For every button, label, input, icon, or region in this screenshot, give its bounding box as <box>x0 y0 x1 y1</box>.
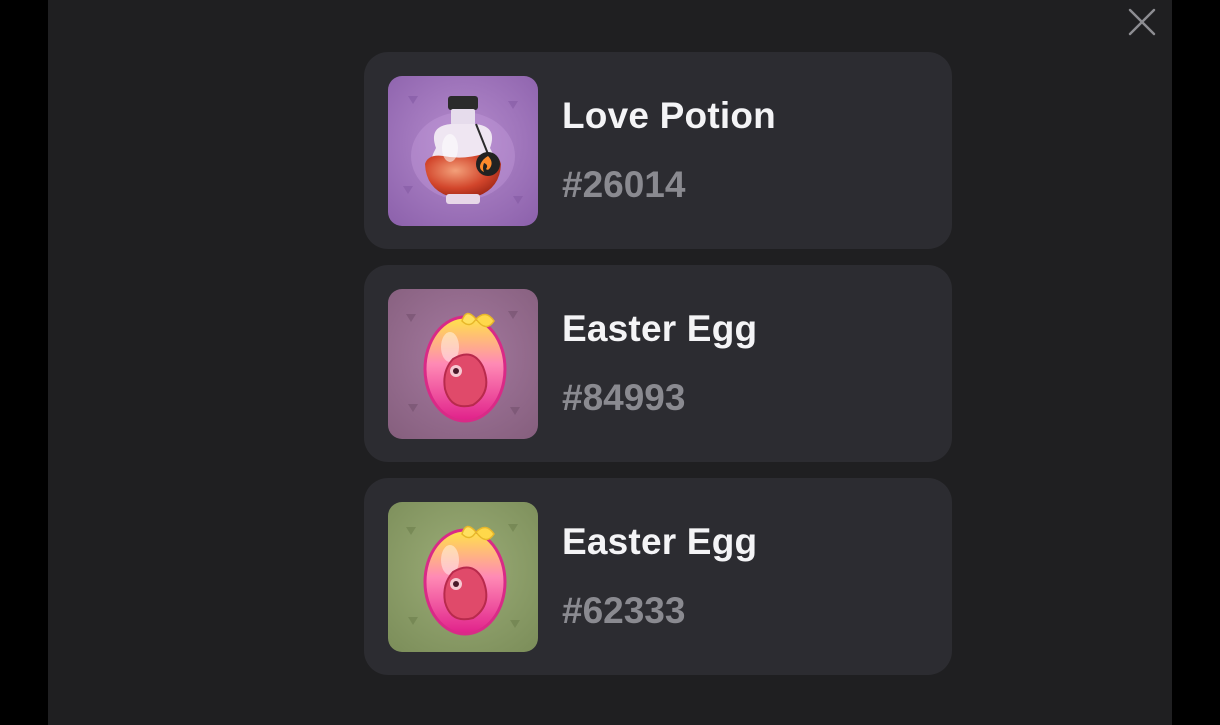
gift-thumbnail <box>388 76 538 226</box>
gift-card[interactable]: Easter Egg #84993 <box>364 265 952 462</box>
love-potion-icon <box>388 76 538 226</box>
gift-card[interactable]: Easter Egg #62333 <box>364 478 952 675</box>
gift-card[interactable]: Love Potion #26014 <box>364 52 952 249</box>
gift-thumbnail <box>388 289 538 439</box>
easter-egg-icon <box>388 502 538 652</box>
gift-number: #84993 <box>562 377 686 418</box>
gift-number: #26014 <box>562 164 686 205</box>
gift-name: Love Potion <box>562 95 776 136</box>
gift-list: Love Potion #26014 Easter Egg #84993 Eas… <box>364 52 952 691</box>
gift-thumbnail <box>388 502 538 652</box>
gift-number: #62333 <box>562 590 686 631</box>
easter-egg-icon <box>388 289 538 439</box>
gift-name: Easter Egg <box>562 521 758 562</box>
gift-name: Easter Egg <box>562 308 758 349</box>
close-icon <box>1128 8 1156 36</box>
close-button[interactable] <box>1126 6 1158 38</box>
gift-list-modal: Love Potion #26014 Easter Egg #84993 Eas… <box>48 0 1172 725</box>
